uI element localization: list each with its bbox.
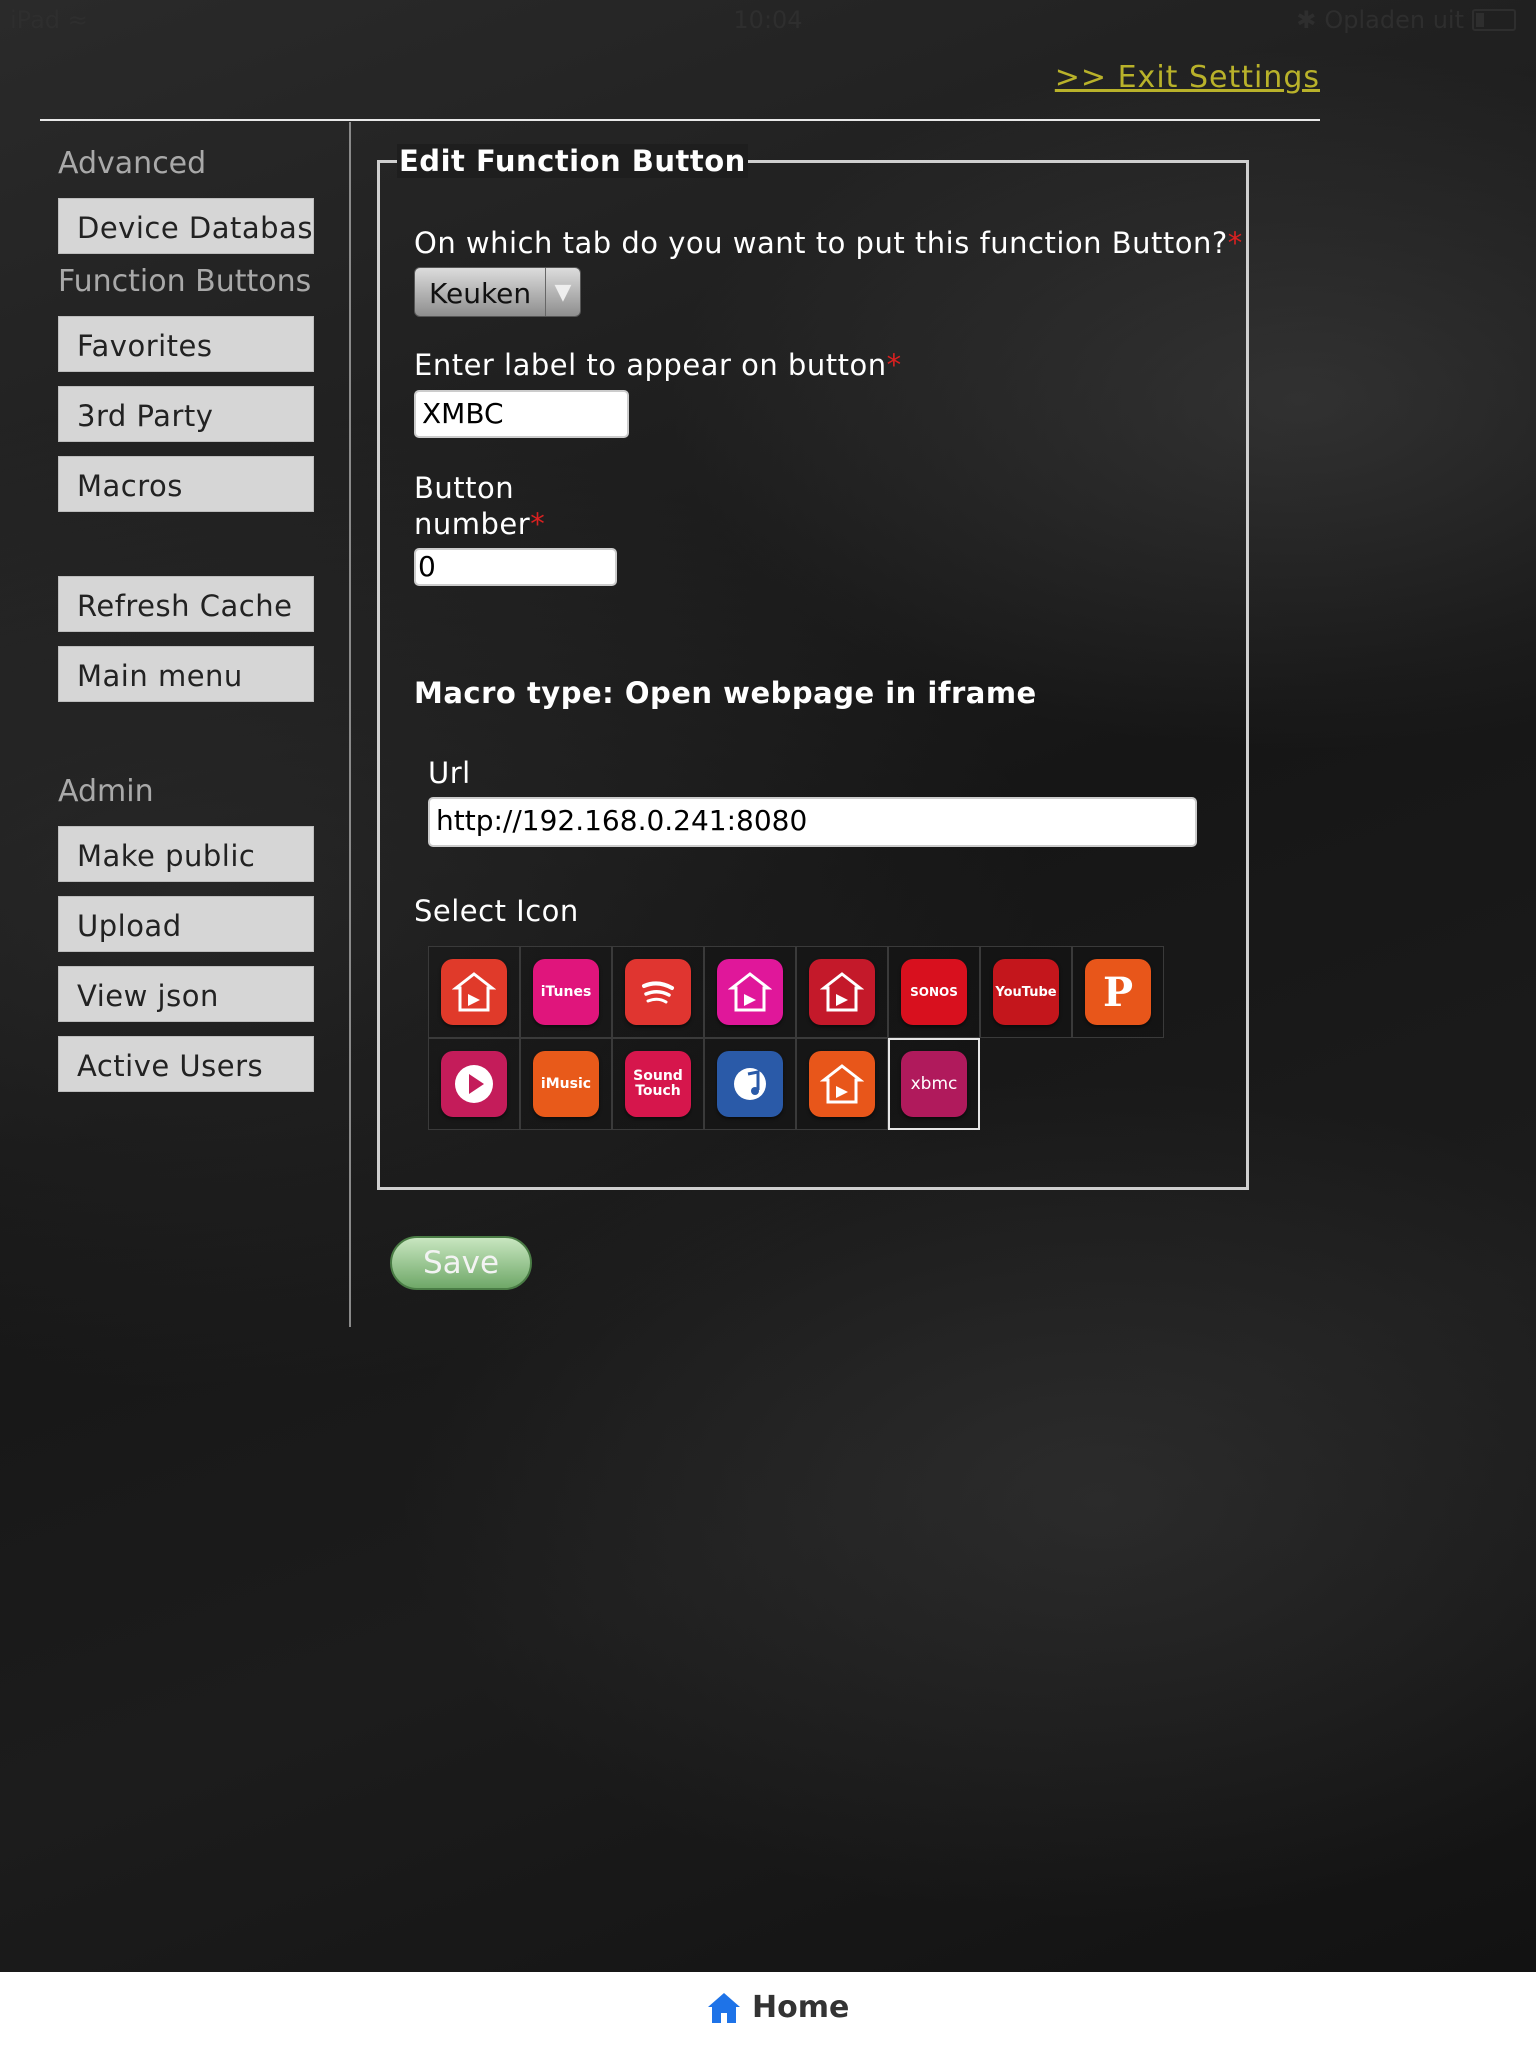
admin-heading: Admin: [58, 774, 154, 809]
youtube-icon-text: YouTube: [995, 984, 1057, 1000]
url-label: Url: [428, 756, 471, 790]
icon-option-home-darkred[interactable]: [796, 946, 888, 1038]
tab-question-label: On which tab do you want to put this fun…: [414, 226, 1243, 260]
label-question-text: Enter label to appear on button: [414, 348, 887, 382]
sonos-icon: SONOS: [901, 959, 967, 1025]
sidebar: Advanced Device Database Function Button…: [58, 140, 314, 1106]
spotify-icon: [625, 959, 691, 1025]
icon-option-pandora[interactable]: P: [1072, 946, 1164, 1038]
icon-option-xbmc[interactable]: xbmc: [888, 1038, 980, 1130]
sidebar-divider: [349, 122, 351, 1327]
fieldset-legend: Edit Function Button: [397, 144, 748, 178]
macros-button[interactable]: Macros: [58, 456, 314, 512]
upload-button[interactable]: Upload: [58, 896, 314, 952]
button-number-label: Button number*: [414, 470, 545, 542]
soundtouch-icon-text: Sound Touch: [633, 1068, 683, 1099]
imusic-icon-text: iMusic: [540, 1076, 592, 1092]
youtube-icon: YouTube: [993, 959, 1059, 1025]
charging-label: Opladen uit: [1324, 6, 1464, 34]
button-number-input[interactable]: 0: [414, 548, 617, 586]
icon-option-soundtouch[interactable]: Sound Touch: [612, 1038, 704, 1130]
select-icon-label: Select Icon: [414, 894, 579, 928]
tab-select[interactable]: Keuken ▼: [414, 267, 581, 317]
soundtouch-icon: Sound Touch: [625, 1051, 691, 1117]
required-mark: *: [530, 507, 546, 541]
home-red-icon: [441, 959, 507, 1025]
make-public-button[interactable]: Make public: [58, 826, 314, 882]
macro-type-label: Macro type: Open webpage in iframe: [414, 676, 1037, 710]
tab-question-text: On which tab do you want to put this fun…: [414, 226, 1228, 260]
itunes-icon: iTunes: [533, 959, 599, 1025]
icon-option-home-red[interactable]: [428, 946, 520, 1038]
top-divider: [40, 119, 1320, 121]
bluetooth-icon: ✱: [1296, 6, 1317, 34]
itunes-icon-text: iTunes: [540, 984, 592, 1000]
xbmc-icon: xbmc: [901, 1051, 967, 1117]
imusic-icon: iMusic: [533, 1051, 599, 1117]
icon-option-home-orange[interactable]: [796, 1038, 888, 1130]
url-input[interactable]: http://192.168.0.241:8080: [428, 797, 1197, 847]
exit-settings-link[interactable]: >> Exit Settings: [1055, 60, 1320, 95]
icon-option-spotify[interactable]: [612, 946, 704, 1038]
icon-option-music-note[interactable]: [704, 1038, 796, 1130]
device-database-button[interactable]: Device Database: [58, 198, 314, 254]
status-right: ✱ Opladen uit: [1296, 6, 1516, 34]
button-number-line1: Button: [414, 471, 515, 505]
favorites-button[interactable]: Favorites: [58, 316, 314, 372]
music-note-icon: [717, 1051, 783, 1117]
button-label-input[interactable]: XMBC: [414, 390, 629, 438]
home-link[interactable]: Home: [706, 1990, 849, 2025]
icon-option-play[interactable]: [428, 1038, 520, 1130]
home-pink-icon: [717, 959, 783, 1025]
active-users-button[interactable]: Active Users: [58, 1036, 314, 1092]
view-json-button[interactable]: View json: [58, 966, 314, 1022]
play-icon: [441, 1051, 507, 1117]
battery-icon: [1472, 9, 1516, 31]
home-darkred-icon: [809, 959, 875, 1025]
advanced-heading: Advanced: [58, 146, 207, 181]
required-mark: *: [886, 348, 902, 382]
pandora-icon-text: P: [1102, 968, 1134, 1016]
home-label: Home: [752, 1990, 850, 2025]
main-menu-button[interactable]: Main menu: [58, 646, 314, 702]
save-button[interactable]: Save: [390, 1236, 532, 1290]
icon-option-youtube[interactable]: YouTube: [980, 946, 1072, 1038]
function-buttons-heading: Function Buttons: [58, 264, 312, 299]
tab-select-value: Keuken: [429, 277, 532, 310]
sonos-icon-text: SONOS: [910, 985, 958, 999]
icon-option-imusic[interactable]: iMusic: [520, 1038, 612, 1130]
third-party-button[interactable]: 3rd Party: [58, 386, 314, 442]
icon-option-home-pink[interactable]: [704, 946, 796, 1038]
icon-option-itunes[interactable]: iTunes: [520, 946, 612, 1038]
required-mark: *: [1227, 226, 1243, 260]
home-icon: [708, 1992, 740, 2023]
status-bar: iPad ≈ 10:04 ✱ Opladen uit: [0, 0, 1536, 40]
button-label-label: Enter label to appear on button*: [414, 348, 902, 382]
pandora-icon: P: [1085, 959, 1151, 1025]
button-number-line2: number: [414, 507, 531, 541]
refresh-cache-button[interactable]: Refresh Cache: [58, 576, 314, 632]
icon-option-sonos[interactable]: SONOS: [888, 946, 980, 1038]
bottom-bar: Home: [0, 1972, 1536, 2048]
chevron-down-icon: ▼: [545, 268, 580, 316]
xbmc-icon-text: xbmc: [910, 1074, 958, 1094]
home-orange-icon: [809, 1051, 875, 1117]
